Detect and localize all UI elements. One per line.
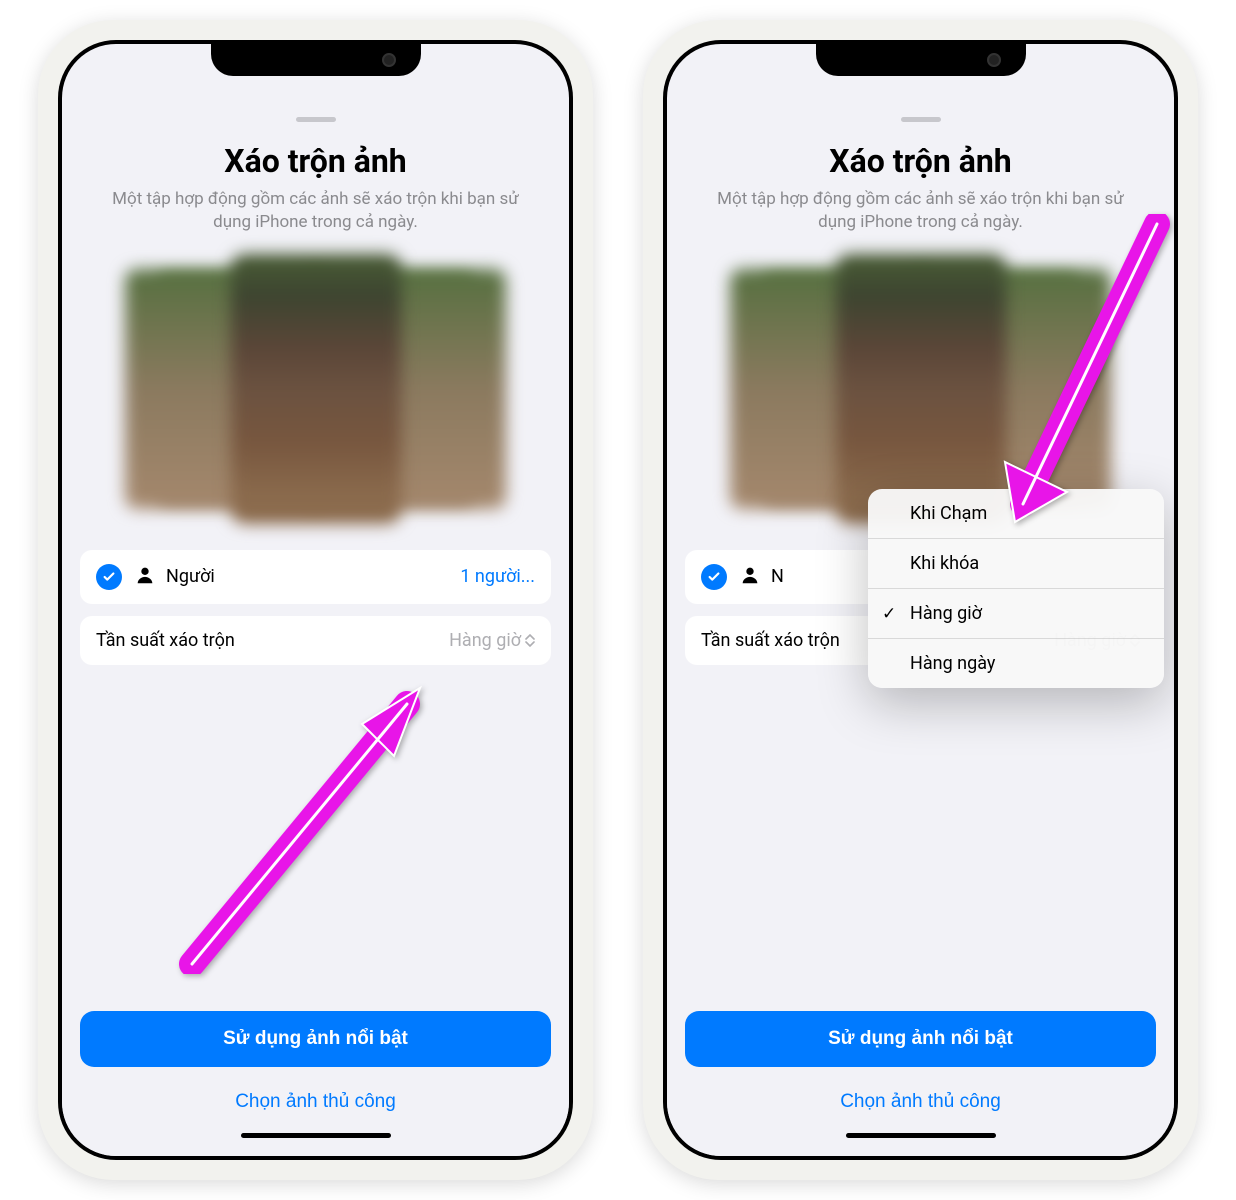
notch	[816, 44, 1026, 76]
home-indicator[interactable]	[241, 1133, 391, 1138]
checkmark-circle-icon	[96, 564, 122, 590]
menu-item-hourly[interactable]: ✓ Hàng giờ	[868, 589, 1164, 639]
photo-thumb-front	[836, 254, 1006, 524]
menu-item-label: Khi khóa	[910, 553, 979, 574]
camera-icon	[382, 53, 396, 67]
page-subtitle: Một tập hợp động gồm các ảnh sẽ xáo trộn…	[80, 188, 551, 234]
frequency-dropdown: Khi Chạm Khi khóa ✓ Hàng giờ Hàng ngày	[868, 489, 1164, 688]
frequency-row[interactable]: Tần suất xáo trộn Hàng giờ	[80, 616, 551, 665]
people-value[interactable]: 1 người...	[460, 566, 535, 587]
camera-icon	[987, 53, 1001, 67]
menu-item-on-tap[interactable]: Khi Chạm	[868, 489, 1164, 539]
person-icon	[739, 564, 761, 590]
bottom-actions: Sử dụng ảnh nổi bật Chọn ảnh thủ công	[80, 1011, 551, 1138]
frequency-value-text: Hàng giờ	[449, 630, 521, 651]
phone-left: Xáo trộn ảnh Một tập hợp động gồm các ản…	[38, 20, 593, 1180]
page-subtitle: Một tập hợp động gồm các ảnh sẽ xáo trộn…	[685, 188, 1156, 234]
person-icon	[134, 564, 156, 590]
checkmark-circle-icon	[701, 564, 727, 590]
home-indicator[interactable]	[846, 1133, 996, 1138]
use-featured-button[interactable]: Sử dụng ảnh nổi bật	[80, 1011, 551, 1067]
phone-right: Xáo trộn ảnh Một tập hợp động gồm các ản…	[643, 20, 1198, 1180]
photo-thumb-front	[231, 254, 401, 524]
bottom-actions: Sử dụng ảnh nổi bật Chọn ảnh thủ công	[685, 1011, 1156, 1138]
screen: Xáo trộn ảnh Một tập hợp động gồm các ản…	[667, 44, 1174, 1156]
choose-manually-button[interactable]: Chọn ảnh thủ công	[80, 1081, 551, 1123]
use-featured-button[interactable]: Sử dụng ảnh nổi bật	[685, 1011, 1156, 1067]
photo-preview	[685, 254, 1156, 524]
photo-preview	[80, 254, 551, 524]
grabber-handle[interactable]	[901, 117, 941, 122]
menu-item-label: Hàng ngày	[910, 653, 995, 674]
people-label: Người	[166, 566, 460, 587]
page-title: Xáo trộn ảnh	[80, 142, 551, 180]
notch	[211, 44, 421, 76]
people-row[interactable]: Người 1 người...	[80, 550, 551, 604]
menu-item-on-lock[interactable]: Khi khóa	[868, 539, 1164, 589]
screen: Xáo trộn ảnh Một tập hợp động gồm các ản…	[62, 44, 569, 1156]
frequency-label: Tần suất xáo trộn	[96, 630, 449, 651]
phone-bezel: Xáo trộn ảnh Một tập hợp động gồm các ản…	[663, 40, 1178, 1160]
menu-item-daily[interactable]: Hàng ngày	[868, 639, 1164, 688]
menu-item-label: Hàng giờ	[910, 603, 982, 624]
choose-manually-button[interactable]: Chọn ảnh thủ công	[685, 1081, 1156, 1123]
grabber-handle[interactable]	[296, 117, 336, 122]
sheet: Xáo trộn ảnh Một tập hợp động gồm các ản…	[62, 99, 569, 1156]
check-icon: ✓	[882, 604, 896, 624]
page-title: Xáo trộn ảnh	[685, 142, 1156, 180]
updown-icon	[525, 634, 535, 647]
phone-bezel: Xáo trộn ảnh Một tập hợp động gồm các ản…	[58, 40, 573, 1160]
sheet: Xáo trộn ảnh Một tập hợp động gồm các ản…	[667, 99, 1174, 1156]
frequency-value: Hàng giờ	[449, 630, 535, 651]
menu-item-label: Khi Chạm	[910, 503, 987, 524]
